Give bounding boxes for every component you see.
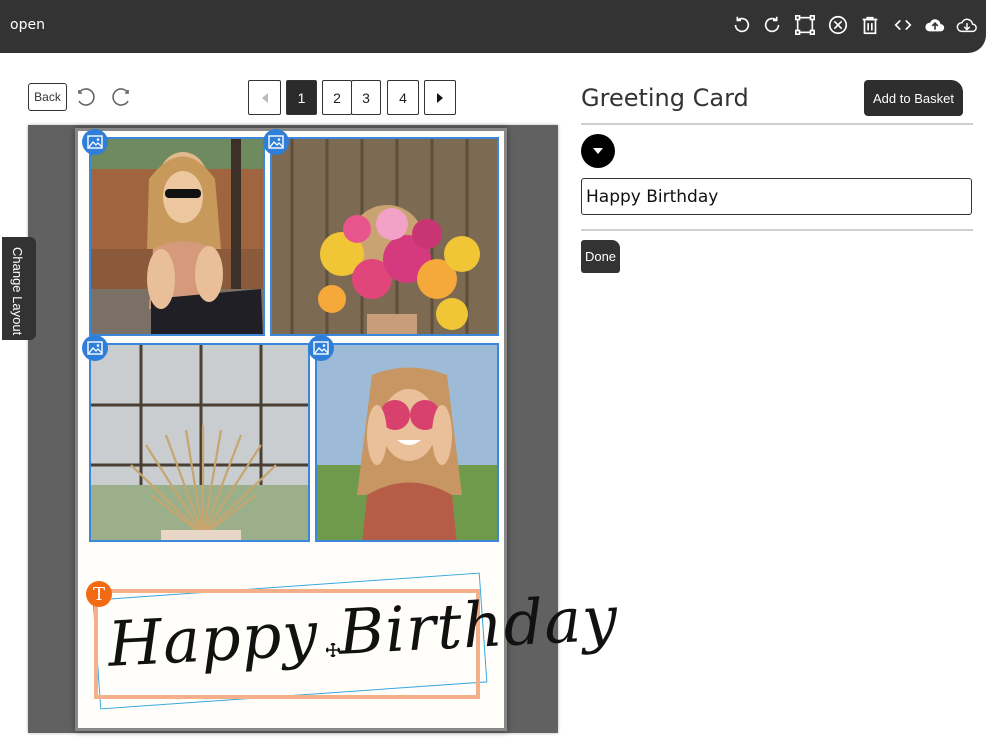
triangle-right-icon <box>437 92 443 103</box>
back-button[interactable]: Back <box>28 83 67 111</box>
triangle-left-icon <box>261 92 268 103</box>
image-icon[interactable] <box>82 335 108 361</box>
code-icon[interactable] <box>892 14 914 36</box>
divider <box>581 229 973 231</box>
window-title: open <box>10 17 45 33</box>
photo-slot-3[interactable] <box>89 343 310 542</box>
image-icon[interactable] <box>82 129 108 155</box>
rotate-left-icon[interactable] <box>730 14 752 36</box>
image-icon[interactable] <box>308 335 334 361</box>
page-button-2[interactable]: 2 <box>322 80 352 115</box>
download-cloud-icon[interactable] <box>956 14 978 36</box>
page-button-3[interactable]: 3 <box>351 80 381 115</box>
divider <box>581 123 973 125</box>
text-icon[interactable]: T <box>86 581 112 607</box>
redo-icon[interactable] <box>109 85 133 109</box>
prev-page-button[interactable] <box>248 80 281 115</box>
move-cursor-icon <box>326 643 340 657</box>
photo-woman-sunglasses <box>91 139 263 334</box>
font-dropdown-toggle[interactable] <box>581 134 615 168</box>
page-button-4[interactable]: 4 <box>387 80 419 115</box>
photo-greenhouse-palm <box>91 345 308 540</box>
photo-slot-2[interactable] <box>270 137 499 336</box>
change-layout-tab[interactable]: Change Layout <box>2 237 36 340</box>
undo-icon[interactable] <box>74 85 98 109</box>
caret-down-icon <box>593 148 603 154</box>
next-page-button[interactable] <box>424 80 456 115</box>
change-layout-label: Change Layout <box>10 247 25 336</box>
panel-title: Greeting Card <box>581 84 749 112</box>
card-text-input[interactable]: Happy Birthday <box>581 178 972 215</box>
upload-cloud-icon[interactable] <box>924 14 946 36</box>
done-button[interactable]: Done <box>581 240 620 273</box>
top-bar: open <box>0 0 986 53</box>
page-button-1[interactable]: 1 <box>286 80 317 115</box>
add-to-basket-button[interactable]: Add to Basket <box>864 80 963 116</box>
photo-flower-bouquet <box>272 139 497 334</box>
photo-woman-flower-eyes <box>317 345 497 540</box>
rotate-right-icon[interactable] <box>762 14 784 36</box>
photo-slot-1[interactable] <box>89 137 265 336</box>
card-script-text[interactable]: Happy Birthday <box>105 570 620 710</box>
photo-slot-4[interactable] <box>315 343 499 542</box>
image-icon[interactable] <box>263 129 289 155</box>
delete-circle-icon[interactable] <box>827 14 849 36</box>
trash-icon[interactable] <box>859 14 881 36</box>
crop-icon[interactable] <box>794 14 816 36</box>
